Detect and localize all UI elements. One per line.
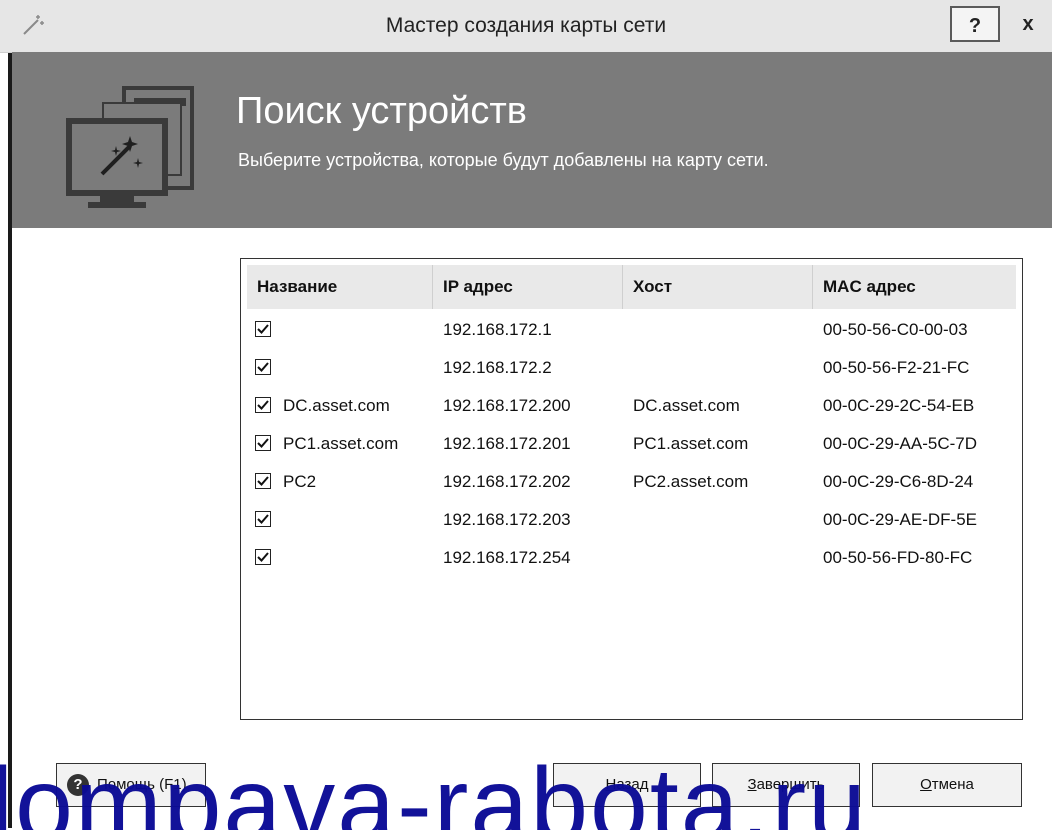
page-subtitle: Выберите устройства, которые будут добав… [238,150,769,170]
cell-host: PC2.asset.com [633,472,749,491]
header-banner: Поиск устройств Выберите устройства, кот… [12,52,1052,228]
checkmark-icon [257,514,269,524]
checkmark-icon [257,476,269,486]
table-row[interactable]: PC1.asset.com 192.168.172.201 PC1.asset.… [247,425,1016,463]
row-checkbox[interactable] [255,435,271,451]
page-title: Поиск устройств [236,90,527,132]
row-checkbox[interactable] [255,321,271,337]
cell-ip: 192.168.172.202 [443,472,571,491]
checkmark-icon [257,324,269,334]
cell-mac: 00-0C-29-AA-5C-7D [823,434,977,453]
column-header-mac[interactable]: MAC адрес [813,265,1016,309]
row-checkbox[interactable] [255,397,271,413]
cell-ip: 192.168.172.2 [443,358,552,377]
cell-ip: 192.168.172.1 [443,320,552,339]
column-header-name[interactable]: Название [247,265,433,309]
checkmark-icon [257,438,269,448]
cell-name: DC.asset.com [283,396,390,415]
watermark-text: lompava-rabota.ru [0,760,868,830]
cell-ip: 192.168.172.203 [443,510,571,529]
column-header-host[interactable]: Хост [623,265,813,309]
cell-ip: 192.168.172.201 [443,434,571,453]
title-help-button[interactable]: ? [950,6,1000,42]
network-map-wizard-window: Мастер создания карты сети ? x Поиск уст [0,0,1052,830]
checkmark-icon [257,400,269,410]
column-header-ip[interactable]: IP адрес [433,265,623,309]
cell-host: DC.asset.com [633,396,740,415]
table-row[interactable]: 192.168.172.1 00-50-56-C0-00-03 [247,311,1016,349]
devices-table[interactable]: Название IP адрес Хост MAC адрес 192.168… [240,258,1023,720]
table-row[interactable]: 192.168.172.2 00-50-56-F2-21-FC [247,349,1016,387]
title-close-button[interactable]: x [1004,6,1052,42]
table-row[interactable]: DC.asset.com 192.168.172.200 DC.asset.co… [247,387,1016,425]
title-bar[interactable]: Мастер создания карты сети ? x [0,0,1052,53]
row-checkbox[interactable] [255,473,271,489]
table-row[interactable]: PC2 192.168.172.202 PC2.asset.com 00-0C-… [247,463,1016,501]
monitor-wizard-icon [64,72,204,212]
cell-mac: 00-0C-29-2C-54-EB [823,396,975,415]
cell-name: PC2 [283,472,317,491]
row-checkbox[interactable] [255,549,271,565]
cell-mac: 00-0C-29-C6-8D-24 [823,472,974,491]
table-row[interactable]: 192.168.172.203 00-0C-29-AE-DF-5E [247,501,1016,539]
row-checkbox[interactable] [255,359,271,375]
cell-mac: 00-0C-29-AE-DF-5E [823,510,977,529]
cell-mac: 00-50-56-F2-21-FC [823,358,970,377]
row-checkbox[interactable] [255,511,271,527]
cell-host: PC1.asset.com [633,434,749,453]
window-title: Мастер создания карты сети [385,14,667,37]
table-row[interactable]: 192.168.172.254 00-50-56-FD-80-FC [247,539,1016,577]
checkmark-icon [257,552,269,562]
table-header: Название IP адрес Хост MAC адрес [247,265,1016,309]
cell-ip: 192.168.172.254 [443,548,571,567]
checkmark-icon [257,362,269,372]
cell-mac: 00-50-56-C0-00-03 [823,320,968,339]
cell-name: PC1.asset.com [283,434,399,453]
cell-ip: 192.168.172.200 [443,396,571,415]
cell-mac: 00-50-56-FD-80-FC [823,548,973,567]
